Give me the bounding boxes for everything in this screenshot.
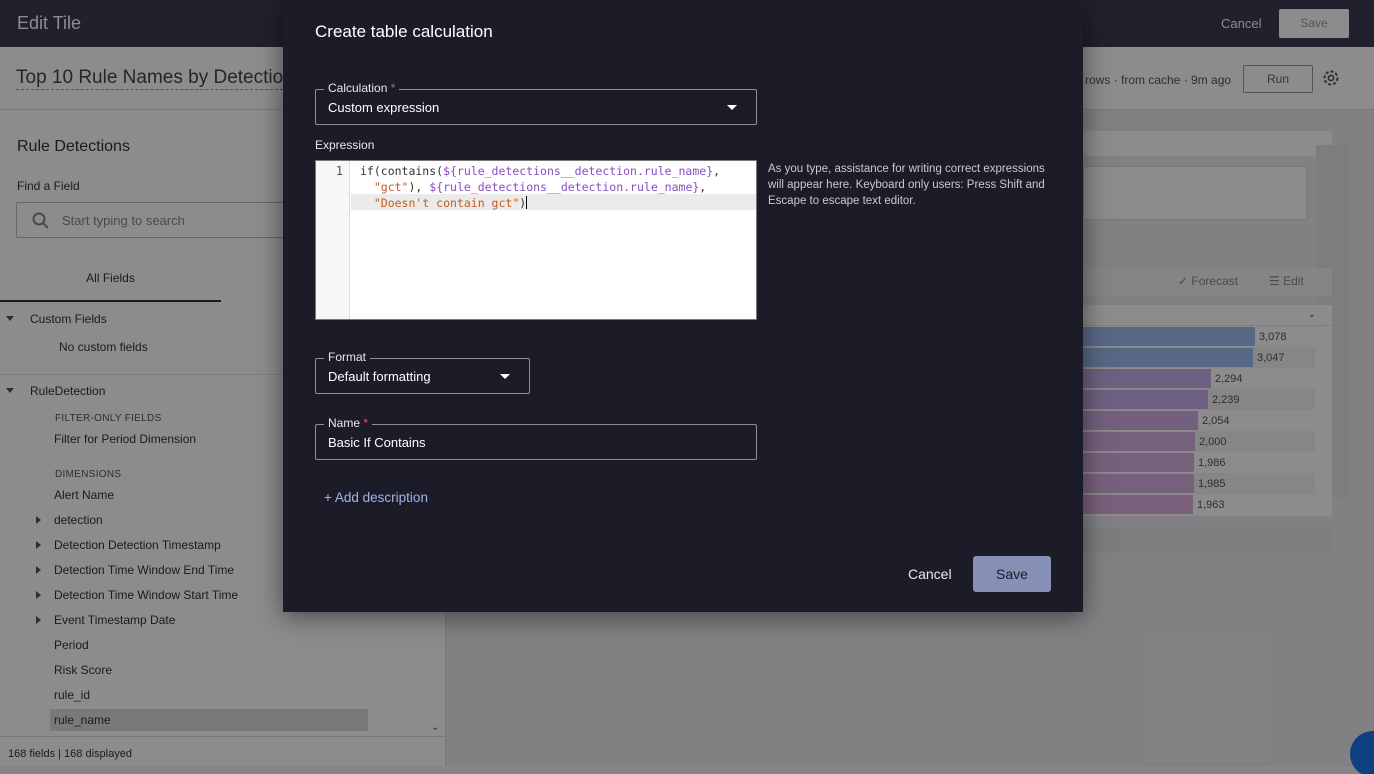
code-fn: if(contains( xyxy=(360,164,444,178)
code-punct: ) xyxy=(519,196,527,210)
line-number: 1 xyxy=(335,164,343,178)
code-line-3: "Doesn't contain gct") xyxy=(360,196,528,210)
code-line-2: "gct"), ${rule_detections__detection.rul… xyxy=(360,180,706,194)
save-button[interactable]: Save xyxy=(973,556,1051,592)
create-table-calculation-dialog: Create table calculation Calculation * C… xyxy=(283,0,1083,612)
format-select[interactable]: Format Default formatting xyxy=(315,350,530,394)
calculation-label: Calculation * xyxy=(324,81,400,95)
dialog-title: Create table calculation xyxy=(315,22,493,41)
code-punct: , xyxy=(713,164,721,178)
chevron-down-icon xyxy=(727,105,737,110)
text-cursor xyxy=(526,196,528,209)
name-field[interactable]: Name * Basic If Contains xyxy=(315,416,757,460)
calculation-select[interactable]: Calculation * Custom expression xyxy=(315,81,757,125)
code-punct: ), xyxy=(408,180,430,194)
code-string: "gct" xyxy=(373,180,409,194)
cancel-button[interactable]: Cancel xyxy=(908,566,952,582)
line-gutter: 1 xyxy=(316,161,350,319)
format-label: Format xyxy=(324,350,371,364)
format-value: Default formatting xyxy=(328,369,431,384)
chevron-down-icon xyxy=(500,374,510,379)
calculation-label-text: Calculation xyxy=(328,81,388,95)
name-value: Basic If Contains xyxy=(328,435,426,450)
required-mark: * xyxy=(363,416,369,430)
name-label-text: Name xyxy=(328,416,361,430)
add-description-link[interactable]: + Add description xyxy=(324,490,428,505)
required-mark: * xyxy=(390,81,396,95)
code-punct: , xyxy=(699,180,707,194)
code-field-ref: ${rule_detections__detection.rule_name} xyxy=(443,164,714,178)
code-string: "Doesn't contain gct" xyxy=(373,196,520,210)
calculation-value: Custom expression xyxy=(328,100,440,115)
expression-editor[interactable]: 1 if(contains(${rule_detections__detecti… xyxy=(315,160,757,320)
expression-hint: As you type, assistance for writing corr… xyxy=(768,163,1045,207)
name-label: Name * xyxy=(324,416,373,430)
code-line-1: if(contains(${rule_detections__detection… xyxy=(360,164,720,178)
code-field-ref: ${rule_detections__detection.rule_name} xyxy=(429,180,700,194)
expression-label: Expression xyxy=(315,138,375,152)
